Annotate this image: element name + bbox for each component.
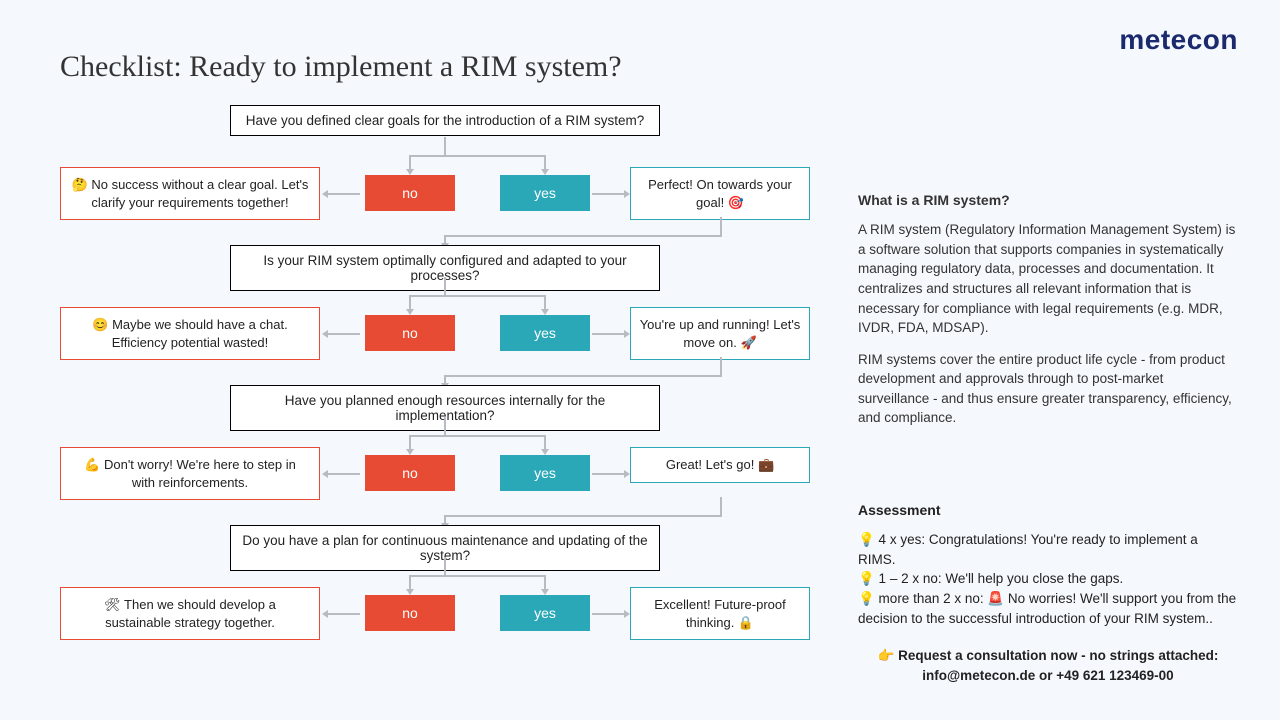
info-heading: What is a RIM system? [858, 190, 1238, 210]
yes-button[interactable]: yes [500, 595, 590, 631]
info-panel: What is a RIM system? A RIM system (Regu… [858, 190, 1238, 440]
info-paragraph: RIM systems cover the entire product lif… [858, 350, 1238, 428]
assessment-line: 💡 more than 2 x no: 🚨 No worries! We'll … [858, 589, 1238, 628]
yes-button[interactable]: yes [500, 175, 590, 211]
yes-result-box: You're up and running! Let's move on. 🚀 [630, 307, 810, 360]
no-button[interactable]: no [365, 175, 455, 211]
yes-button[interactable]: yes [500, 455, 590, 491]
page-title: Checklist: Ready to implement a RIM syst… [60, 50, 622, 84]
cta-line: 👉 Request a consultation now - no string… [858, 646, 1238, 666]
info-paragraph: A RIM system (Regulatory Information Man… [858, 220, 1238, 337]
assessment-heading: Assessment [858, 500, 1238, 520]
yes-result-box: Perfect! On towards your goal! 🎯 [630, 167, 810, 220]
no-result-box: 😊 Maybe we should have a chat. Efficienc… [60, 307, 320, 360]
yes-button[interactable]: yes [500, 315, 590, 351]
cta-contact: info@metecon.de or +49 621 123469-00 [858, 666, 1238, 686]
question-row: Is your RIM system optimally configured … [60, 245, 820, 385]
assessment-line: 💡 1 – 2 x no: We'll help you close the g… [858, 569, 1238, 589]
assessment-line: 💡 4 x yes: Congratulations! You're ready… [858, 530, 1238, 569]
assessment-panel: Assessment 💡 4 x yes: Congratulations! Y… [858, 500, 1238, 685]
question-row: Do you have a plan for continuous mainte… [60, 525, 820, 665]
yes-result-box: Great! Let's go! 💼 [630, 447, 810, 483]
no-button[interactable]: no [365, 315, 455, 351]
question-box: Have you defined clear goals for the int… [230, 105, 660, 136]
yes-result-box: Excellent! Future-proof thinking. 🔒 [630, 587, 810, 640]
no-button[interactable]: no [365, 455, 455, 491]
no-result-box: 🤔 No success without a clear goal. Let's… [60, 167, 320, 220]
no-button[interactable]: no [365, 595, 455, 631]
question-row: Have you planned enough resources intern… [60, 385, 820, 525]
brand-logo: metecon [1119, 24, 1238, 56]
no-result-box: 🛠 Then we should develop a sustainable s… [60, 587, 320, 640]
flowchart: Have you defined clear goals for the int… [60, 105, 820, 665]
no-result-box: 💪 Don't worry! We're here to step in wit… [60, 447, 320, 500]
question-row: Have you defined clear goals for the int… [60, 105, 820, 245]
